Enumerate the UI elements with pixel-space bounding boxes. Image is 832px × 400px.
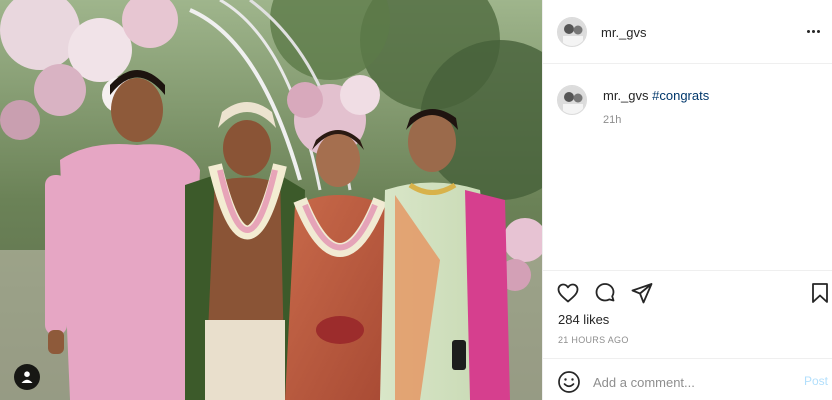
smiley-icon[interactable] <box>557 370 581 394</box>
post-photo[interactable] <box>0 0 542 400</box>
divider <box>543 358 832 359</box>
post-sidebar: mr._gvs mr._gvs #congrats 21h 284 likes … <box>542 0 832 400</box>
more-options-button[interactable] <box>803 24 823 38</box>
post-header: mr._gvs <box>543 0 832 64</box>
avatar-image <box>558 86 586 114</box>
caption: mr._gvs #congrats <box>603 88 709 103</box>
comment-input[interactable] <box>593 372 793 392</box>
caption-username[interactable]: mr._gvs <box>603 88 649 103</box>
heart-icon[interactable] <box>556 281 580 305</box>
speech-bubble-icon[interactable] <box>593 281 617 305</box>
divider <box>543 270 832 271</box>
bookmark-icon[interactable] <box>808 281 832 305</box>
user-tag-icon <box>21 371 33 383</box>
post-comment-button[interactable]: Post <box>804 374 828 388</box>
header-username[interactable]: mr._gvs <box>601 25 647 40</box>
paper-plane-icon[interactable] <box>630 281 654 305</box>
likes-count[interactable]: 284 likes <box>558 312 609 327</box>
wedding-photo-image <box>0 0 542 400</box>
caption-time: 21h <box>603 114 622 126</box>
avatar[interactable] <box>557 17 587 47</box>
tag-button[interactable] <box>14 364 40 390</box>
avatar-image <box>558 18 586 46</box>
post-timestamp: 21 HOURS AGO <box>558 335 629 345</box>
more-options-icon <box>806 29 810 33</box>
caption-hashtag[interactable]: #congrats <box>652 88 709 103</box>
caption-avatar[interactable] <box>557 85 587 115</box>
